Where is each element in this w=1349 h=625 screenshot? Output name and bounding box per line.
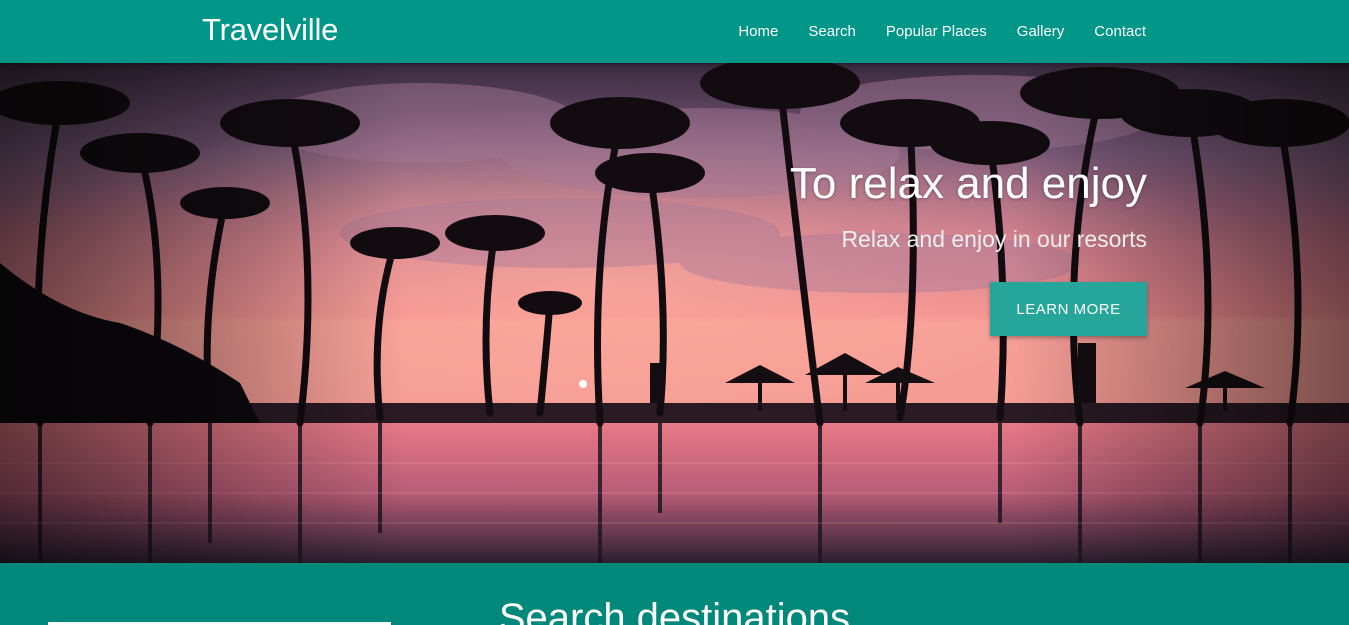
learn-more-button[interactable]: LEARN MORE bbox=[990, 282, 1147, 336]
brand-logo[interactable]: Travelville bbox=[202, 12, 338, 48]
nav-link-home[interactable]: Home bbox=[738, 23, 778, 40]
search-section-title: Search destinations bbox=[498, 596, 851, 625]
hero-slider: To relax and enjoy Relax and enjoy in ou… bbox=[0, 63, 1349, 563]
nav-item-search: Search bbox=[808, 23, 856, 41]
search-section: Search destinations bbox=[0, 563, 1349, 625]
nav-link-gallery[interactable]: Gallery bbox=[1017, 23, 1065, 40]
slider-indicator-dot[interactable] bbox=[579, 380, 587, 388]
top-navbar: Travelville Home Search Popular Places G… bbox=[0, 0, 1349, 63]
nav-item-home: Home bbox=[738, 23, 778, 41]
nav-item-contact: Contact bbox=[1094, 23, 1146, 41]
hero-title: To relax and enjoy bbox=[789, 159, 1147, 208]
nav-menu: Home Search Popular Places Gallery Conta… bbox=[708, 0, 1146, 63]
nav-item-popular-places: Popular Places bbox=[886, 23, 987, 41]
hero-subtitle: Relax and enjoy in our resorts bbox=[841, 226, 1147, 252]
nav-link-contact[interactable]: Contact bbox=[1094, 23, 1146, 40]
nav-link-popular-places[interactable]: Popular Places bbox=[886, 23, 987, 40]
nav-link-search[interactable]: Search bbox=[808, 23, 856, 40]
nav-item-gallery: Gallery bbox=[1017, 23, 1065, 41]
